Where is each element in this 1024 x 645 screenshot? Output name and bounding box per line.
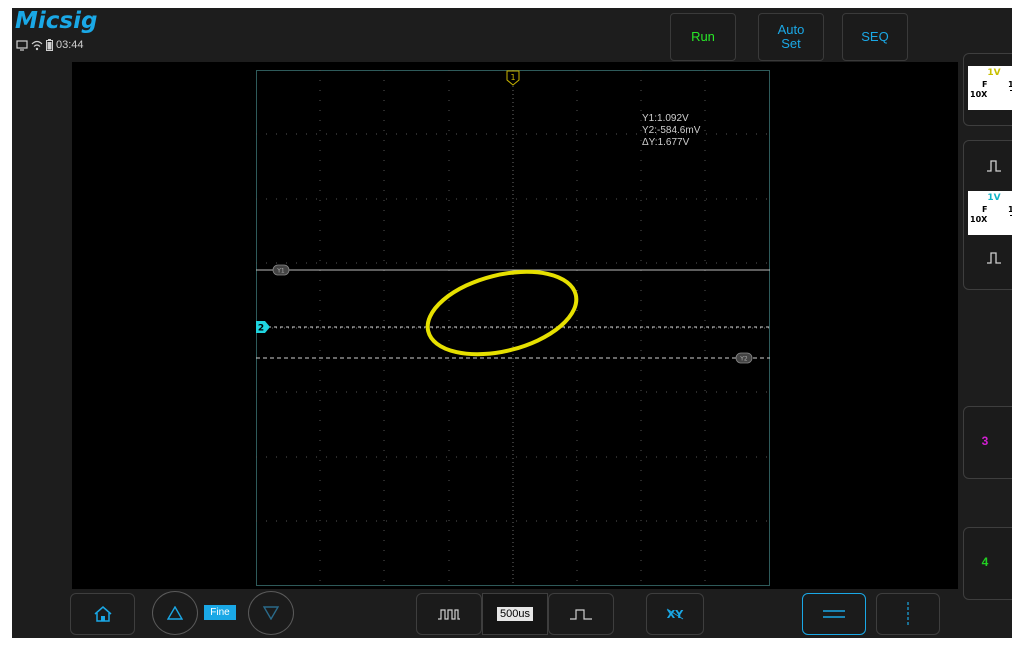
- ch1-impedance: 1M: [1008, 80, 1012, 89]
- ch1-coupling: F: [982, 80, 988, 89]
- graticule: Y1 Y2 1 Y1:1.092V Y2:-584.6mV ΔY:1.677V: [256, 70, 770, 586]
- timebase-slower-button[interactable]: [548, 593, 614, 635]
- run-button[interactable]: Run: [670, 13, 736, 61]
- ch2-impedance: 1M: [1008, 205, 1012, 214]
- fine-toggle[interactable]: Fine: [204, 605, 236, 620]
- clock: 03:44: [56, 39, 84, 51]
- auto-set-label: Auto Set: [777, 22, 805, 51]
- cursor-y2-tag[interactable]: Y2: [735, 352, 753, 364]
- ch4-label: 4: [981, 555, 989, 569]
- xy-mode-icon: XY: [667, 608, 684, 621]
- ch1-probe: 10X: [970, 90, 988, 99]
- vertical-cursor-icon: [907, 602, 909, 626]
- status-bar: 03:44: [16, 38, 84, 52]
- pulse-icon: [987, 252, 1001, 264]
- home-button[interactable]: [70, 593, 135, 635]
- ch2-offset-marker[interactable]: 2: [256, 321, 270, 333]
- xy-mode-button[interactable]: XY: [646, 593, 704, 635]
- fast-pulse-icon: [438, 609, 460, 620]
- fine-label: Fine: [210, 607, 230, 618]
- cursor-y2-tag-label: Y2: [739, 356, 748, 363]
- fine-adjust-group: Fine: [152, 591, 300, 635]
- horizontal-cursor-icon: [823, 610, 845, 618]
- ch2-coupling: F: [982, 205, 988, 214]
- trigger-marker-label: 1: [510, 73, 515, 82]
- run-label: Run: [691, 29, 715, 44]
- auto-set-button[interactable]: Auto Set: [758, 13, 824, 61]
- readout-y2: Y2:-584.6mV: [642, 125, 701, 136]
- ch3-button[interactable]: 3: [963, 406, 1012, 479]
- micsig-logo: Micsig: [15, 8, 98, 34]
- timebase-display[interactable]: 500us: [482, 593, 548, 635]
- dc-coupling-icon: [1010, 215, 1012, 217]
- oscilloscope-frame: Micsig 03:44 Run Auto Set SEQ Y1 Y2 1 Y1…: [12, 8, 1012, 638]
- battery-icon: [46, 39, 53, 51]
- seq-label: SEQ: [861, 29, 889, 44]
- cursor-y1-tag-label: Y1: [276, 268, 285, 275]
- ch2-probe: 10X: [970, 215, 988, 224]
- pulse-icon: [987, 160, 1001, 172]
- ch2-panel[interactable]: 1V F 1M 10X: [963, 140, 1012, 290]
- cursor-y1-tag[interactable]: Y1: [272, 264, 290, 276]
- slow-pulse-icon: [570, 609, 592, 620]
- bottom-toolbar: Fine 500us XY: [12, 589, 1012, 638]
- ch3-label: 3: [981, 434, 989, 448]
- horizontal-cursor-button[interactable]: [802, 593, 866, 635]
- ch2-settings[interactable]: 1V F 1M 10X: [968, 191, 1012, 235]
- readout-dy: ΔY:1.677V: [642, 137, 690, 148]
- ch2-marker-label: 2: [258, 324, 264, 334]
- ch1-scale: 1V: [987, 68, 1001, 78]
- ch2-scale: 1V: [987, 193, 1001, 203]
- vertical-cursor-button[interactable]: [876, 593, 940, 635]
- triangle-down-icon: [263, 606, 279, 620]
- timebase-faster-button[interactable]: [416, 593, 482, 635]
- readout-y1: Y1:1.092V: [642, 113, 689, 124]
- monitor-icon: [16, 39, 28, 51]
- adjust-up-button[interactable]: [152, 591, 198, 635]
- timebase-value: 500us: [497, 607, 533, 621]
- home-icon: [94, 606, 111, 622]
- seq-button[interactable]: SEQ: [842, 13, 908, 61]
- adjust-down-button[interactable]: [248, 591, 294, 635]
- dc-coupling-icon: [1010, 90, 1012, 92]
- ch1-panel[interactable]: 1V F 1M 10X: [963, 53, 1012, 126]
- triangle-up-icon: [167, 606, 183, 620]
- ch1-settings[interactable]: 1V F 1M 10X: [968, 66, 1012, 110]
- wifi-icon: [31, 40, 43, 50]
